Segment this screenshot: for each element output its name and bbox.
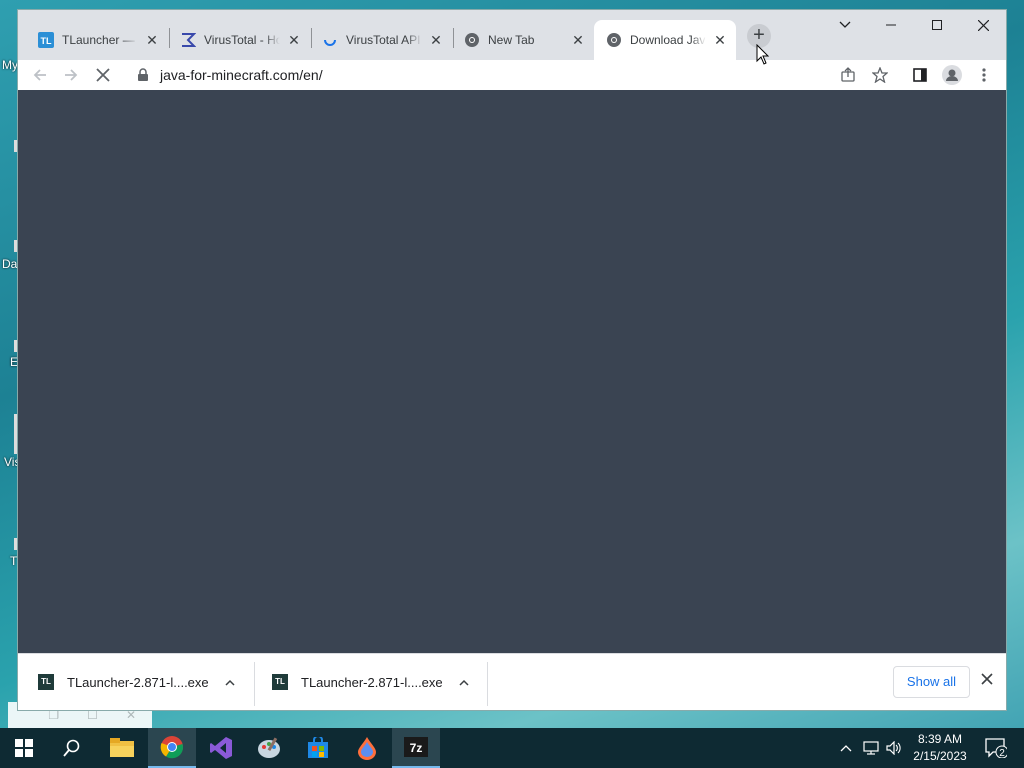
search-icon: [63, 739, 80, 757]
desktop-icon-label-t[interactable]: T: [10, 554, 17, 568]
tab-title: Download Java: [630, 33, 706, 47]
tab-title: New Tab: [488, 33, 535, 47]
paint-button[interactable]: [245, 728, 293, 768]
windows-icon: [15, 739, 33, 757]
address-text[interactable]: java-for-minecraft.com/en/: [160, 67, 323, 83]
restore-icon[interactable]: ❐: [48, 708, 59, 722]
close-icon[interactable]: ✕: [570, 32, 586, 48]
lock-icon[interactable]: [136, 68, 150, 82]
close-icon[interactable]: ✕: [144, 32, 160, 48]
tab-strip: TL TLauncher — D ✕ VirusTotal - Ho ✕ Vir…: [18, 10, 1006, 60]
download-item[interactable]: TL TLauncher-2.871-l....exe: [18, 662, 254, 702]
page-content[interactable]: [18, 90, 1006, 653]
tab-virustotal-api[interactable]: VirusTotal API ✕: [310, 20, 452, 60]
download-filename: TLauncher-2.871-l....exe: [301, 674, 443, 690]
notification-icon: 2: [985, 738, 1007, 758]
paint-3d-button[interactable]: [343, 728, 391, 768]
visual-studio-button[interactable]: [197, 728, 245, 768]
tab-title: VirusTotal - Ho: [204, 33, 280, 47]
mouse-cursor-icon: [756, 44, 770, 65]
close-icon[interactable]: ✕: [712, 32, 728, 48]
tab-virustotal-home[interactable]: VirusTotal - Ho ✕: [168, 20, 310, 60]
paint-icon: [258, 737, 280, 758]
download-item[interactable]: TL TLauncher-2.871-l....exe: [252, 662, 488, 702]
tlauncher-icon: TL: [38, 32, 54, 48]
chrome-icon: [464, 32, 480, 48]
store-icon: [308, 737, 328, 758]
clock-time: 8:39 AM: [917, 732, 963, 746]
volume-button[interactable]: [883, 728, 905, 768]
tab-title: VirusTotal API: [346, 33, 421, 47]
chevron-up-icon[interactable]: [454, 675, 474, 689]
7zip-button[interactable]: 7z: [392, 728, 440, 768]
chrome-icon: [160, 736, 184, 759]
chrome-icon: [606, 32, 622, 48]
system-clock[interactable]: 8:39 AM 2/15/2023: [905, 731, 975, 765]
address-bar[interactable]: java-for-minecraft.com/en/: [126, 61, 846, 89]
profile-avatar-button[interactable]: [939, 62, 965, 88]
show-all-downloads-button[interactable]: Show all: [893, 666, 970, 698]
tab-search-button[interactable]: [822, 10, 868, 40]
close-download-shelf-button[interactable]: [976, 670, 998, 692]
network-icon: [863, 741, 879, 755]
svg-text:7z: 7z: [410, 741, 423, 755]
chevron-up-icon[interactable]: [220, 675, 240, 689]
file-explorer-icon: [110, 738, 134, 757]
desktop-icon-label-my[interactable]: My: [2, 58, 18, 72]
download-filename: TLauncher-2.871-l....exe: [67, 674, 209, 690]
maximize-button[interactable]: [914, 10, 960, 40]
browser-toolbar: java-for-minecraft.com/en/: [18, 60, 1006, 90]
microsoft-store-button[interactable]: [294, 728, 342, 768]
svg-text:TL: TL: [41, 36, 52, 46]
bookmark-star-button[interactable]: [867, 62, 893, 88]
desktop-icon-label-e[interactable]: E: [10, 355, 18, 369]
close-window-button[interactable]: [960, 10, 1006, 40]
paint-3d-icon: [358, 737, 376, 760]
start-button[interactable]: [0, 728, 48, 768]
share-button[interactable]: [835, 62, 861, 88]
clock-date: 2/15/2023: [913, 749, 967, 763]
forward-button[interactable]: [58, 62, 84, 88]
virustotal-icon: [180, 32, 196, 48]
maximize-icon[interactable]: ☐: [87, 708, 98, 722]
visual-studio-icon: [210, 737, 232, 759]
search-button[interactable]: [48, 728, 96, 768]
tlauncher-file-icon: TL: [272, 674, 288, 690]
loading-spinner-icon: [322, 32, 338, 48]
back-button[interactable]: [27, 62, 53, 88]
show-hidden-icons-button[interactable]: [836, 728, 856, 768]
network-button[interactable]: [860, 728, 882, 768]
close-icon[interactable]: ✕: [126, 708, 136, 722]
download-divider: [487, 662, 488, 706]
desktop-icon-label-da[interactable]: Da: [2, 257, 17, 271]
7zip-icon: 7z: [404, 737, 428, 757]
close-icon[interactable]: ✕: [286, 32, 302, 48]
download-shelf: TL TLauncher-2.871-l....exe TL TLauncher…: [18, 653, 1006, 710]
tab-download-java[interactable]: Download Java ✕: [594, 20, 736, 60]
stop-loading-button[interactable]: [90, 62, 116, 88]
chevron-up-icon: [840, 745, 852, 752]
action-center-button[interactable]: 2: [978, 728, 1014, 768]
close-icon[interactable]: ✕: [428, 32, 444, 48]
speaker-icon: [886, 741, 901, 755]
chrome-window: TL TLauncher — D ✕ VirusTotal - Ho ✕ Vir…: [18, 10, 1006, 710]
taskbar: 7z 8:39 AM 2/15/2023 2: [0, 728, 1024, 768]
file-explorer-button[interactable]: [98, 728, 146, 768]
side-panel-button[interactable]: [907, 62, 933, 88]
minimize-button[interactable]: [868, 10, 914, 40]
tab-tlauncher[interactable]: TL TLauncher — D ✕: [26, 20, 168, 60]
notification-count: 2: [999, 748, 1005, 758]
tab-new-tab[interactable]: New Tab ✕: [452, 20, 594, 60]
menu-button[interactable]: [971, 62, 997, 88]
chrome-taskbar-button[interactable]: [148, 728, 196, 768]
tab-title: TLauncher — D: [62, 33, 138, 47]
tlauncher-file-icon: TL: [38, 674, 54, 690]
